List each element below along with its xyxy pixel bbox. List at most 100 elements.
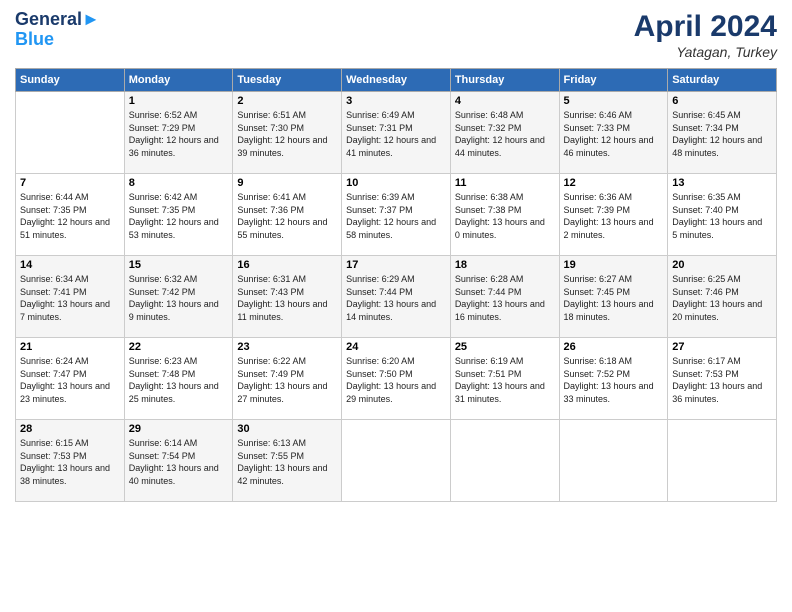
cell-details: Sunrise: 6:36 AMSunset: 7:39 PMDaylight:…: [564, 191, 664, 241]
day-number: 7: [20, 177, 120, 189]
cell-details: Sunrise: 6:24 AMSunset: 7:47 PMDaylight:…: [20, 355, 120, 405]
table-row: 4 Sunrise: 6:48 AMSunset: 7:32 PMDayligh…: [450, 92, 559, 174]
table-row: 12 Sunrise: 6:36 AMSunset: 7:39 PMDaylig…: [559, 174, 668, 256]
cell-details: Sunrise: 6:27 AMSunset: 7:45 PMDaylight:…: [564, 273, 664, 323]
day-number: 3: [346, 95, 446, 107]
table-row: [450, 420, 559, 502]
table-row: [342, 420, 451, 502]
table-row: 15 Sunrise: 6:32 AMSunset: 7:42 PMDaylig…: [124, 256, 233, 338]
day-number: 4: [455, 95, 555, 107]
table-row: 2 Sunrise: 6:51 AMSunset: 7:30 PMDayligh…: [233, 92, 342, 174]
day-number: 20: [672, 259, 772, 271]
day-number: 17: [346, 259, 446, 271]
table-row: 9 Sunrise: 6:41 AMSunset: 7:36 PMDayligh…: [233, 174, 342, 256]
calendar-row: 14 Sunrise: 6:34 AMSunset: 7:41 PMDaylig…: [16, 256, 777, 338]
cell-details: Sunrise: 6:35 AMSunset: 7:40 PMDaylight:…: [672, 191, 772, 241]
table-row: 18 Sunrise: 6:28 AMSunset: 7:44 PMDaylig…: [450, 256, 559, 338]
table-row: 26 Sunrise: 6:18 AMSunset: 7:52 PMDaylig…: [559, 338, 668, 420]
day-number: 27: [672, 341, 772, 353]
day-number: 30: [237, 423, 337, 435]
table-row: 16 Sunrise: 6:31 AMSunset: 7:43 PMDaylig…: [233, 256, 342, 338]
day-number: 28: [20, 423, 120, 435]
table-row: 10 Sunrise: 6:39 AMSunset: 7:37 PMDaylig…: [342, 174, 451, 256]
cell-details: Sunrise: 6:38 AMSunset: 7:38 PMDaylight:…: [455, 191, 555, 241]
day-number: 10: [346, 177, 446, 189]
calendar-row: 1 Sunrise: 6:52 AMSunset: 7:29 PMDayligh…: [16, 92, 777, 174]
table-row: 7 Sunrise: 6:44 AMSunset: 7:35 PMDayligh…: [16, 174, 125, 256]
cell-details: Sunrise: 6:44 AMSunset: 7:35 PMDaylight:…: [20, 191, 120, 241]
cell-details: Sunrise: 6:48 AMSunset: 7:32 PMDaylight:…: [455, 109, 555, 159]
header-saturday: Saturday: [668, 69, 777, 92]
table-row: 13 Sunrise: 6:35 AMSunset: 7:40 PMDaylig…: [668, 174, 777, 256]
table-row: [559, 420, 668, 502]
cell-details: Sunrise: 6:46 AMSunset: 7:33 PMDaylight:…: [564, 109, 664, 159]
cell-details: Sunrise: 6:23 AMSunset: 7:48 PMDaylight:…: [129, 355, 229, 405]
table-row: 30 Sunrise: 6:13 AMSunset: 7:55 PMDaylig…: [233, 420, 342, 502]
day-number: 24: [346, 341, 446, 353]
cell-details: Sunrise: 6:14 AMSunset: 7:54 PMDaylight:…: [129, 437, 229, 487]
day-number: 18: [455, 259, 555, 271]
day-number: 19: [564, 259, 664, 271]
header-monday: Monday: [124, 69, 233, 92]
day-number: 23: [237, 341, 337, 353]
cell-details: Sunrise: 6:49 AMSunset: 7:31 PMDaylight:…: [346, 109, 446, 159]
cell-details: Sunrise: 6:51 AMSunset: 7:30 PMDaylight:…: [237, 109, 337, 159]
weekday-header-row: Sunday Monday Tuesday Wednesday Thursday…: [16, 69, 777, 92]
day-number: 21: [20, 341, 120, 353]
day-number: 11: [455, 177, 555, 189]
table-row: 19 Sunrise: 6:27 AMSunset: 7:45 PMDaylig…: [559, 256, 668, 338]
cell-details: Sunrise: 6:20 AMSunset: 7:50 PMDaylight:…: [346, 355, 446, 405]
table-row: 29 Sunrise: 6:14 AMSunset: 7:54 PMDaylig…: [124, 420, 233, 502]
day-number: 1: [129, 95, 229, 107]
cell-details: Sunrise: 6:32 AMSunset: 7:42 PMDaylight:…: [129, 273, 229, 323]
cell-details: Sunrise: 6:34 AMSunset: 7:41 PMDaylight:…: [20, 273, 120, 323]
title-block: April 2024 Yatagan, Turkey: [634, 10, 777, 60]
table-row: 21 Sunrise: 6:24 AMSunset: 7:47 PMDaylig…: [16, 338, 125, 420]
day-number: 14: [20, 259, 120, 271]
calendar-table: Sunday Monday Tuesday Wednesday Thursday…: [15, 68, 777, 502]
cell-details: Sunrise: 6:25 AMSunset: 7:46 PMDaylight:…: [672, 273, 772, 323]
day-number: 15: [129, 259, 229, 271]
calendar-row: 7 Sunrise: 6:44 AMSunset: 7:35 PMDayligh…: [16, 174, 777, 256]
header-thursday: Thursday: [450, 69, 559, 92]
table-row: 22 Sunrise: 6:23 AMSunset: 7:48 PMDaylig…: [124, 338, 233, 420]
table-row: 28 Sunrise: 6:15 AMSunset: 7:53 PMDaylig…: [16, 420, 125, 502]
day-number: 29: [129, 423, 229, 435]
header-friday: Friday: [559, 69, 668, 92]
header-sunday: Sunday: [16, 69, 125, 92]
table-row: 14 Sunrise: 6:34 AMSunset: 7:41 PMDaylig…: [16, 256, 125, 338]
table-row: 6 Sunrise: 6:45 AMSunset: 7:34 PMDayligh…: [668, 92, 777, 174]
day-number: 5: [564, 95, 664, 107]
day-number: 26: [564, 341, 664, 353]
day-number: 16: [237, 259, 337, 271]
table-row: [668, 420, 777, 502]
day-number: 22: [129, 341, 229, 353]
day-number: 9: [237, 177, 337, 189]
cell-details: Sunrise: 6:41 AMSunset: 7:36 PMDaylight:…: [237, 191, 337, 241]
cell-details: Sunrise: 6:13 AMSunset: 7:55 PMDaylight:…: [237, 437, 337, 487]
cell-details: Sunrise: 6:15 AMSunset: 7:53 PMDaylight:…: [20, 437, 120, 487]
header: General► Blue April 2024 Yatagan, Turkey: [15, 10, 777, 60]
calendar-row: 28 Sunrise: 6:15 AMSunset: 7:53 PMDaylig…: [16, 420, 777, 502]
table-row: 23 Sunrise: 6:22 AMSunset: 7:49 PMDaylig…: [233, 338, 342, 420]
table-row: [16, 92, 125, 174]
cell-details: Sunrise: 6:22 AMSunset: 7:49 PMDaylight:…: [237, 355, 337, 405]
header-wednesday: Wednesday: [342, 69, 451, 92]
logo-text: General►: [15, 10, 100, 30]
table-row: 8 Sunrise: 6:42 AMSunset: 7:35 PMDayligh…: [124, 174, 233, 256]
cell-details: Sunrise: 6:28 AMSunset: 7:44 PMDaylight:…: [455, 273, 555, 323]
logo: General► Blue: [15, 10, 100, 50]
table-row: 25 Sunrise: 6:19 AMSunset: 7:51 PMDaylig…: [450, 338, 559, 420]
header-tuesday: Tuesday: [233, 69, 342, 92]
month-title: April 2024: [634, 10, 777, 44]
table-row: 27 Sunrise: 6:17 AMSunset: 7:53 PMDaylig…: [668, 338, 777, 420]
calendar-row: 21 Sunrise: 6:24 AMSunset: 7:47 PMDaylig…: [16, 338, 777, 420]
cell-details: Sunrise: 6:45 AMSunset: 7:34 PMDaylight:…: [672, 109, 772, 159]
cell-details: Sunrise: 6:29 AMSunset: 7:44 PMDaylight:…: [346, 273, 446, 323]
table-row: 20 Sunrise: 6:25 AMSunset: 7:46 PMDaylig…: [668, 256, 777, 338]
cell-details: Sunrise: 6:31 AMSunset: 7:43 PMDaylight:…: [237, 273, 337, 323]
cell-details: Sunrise: 6:39 AMSunset: 7:37 PMDaylight:…: [346, 191, 446, 241]
table-row: 1 Sunrise: 6:52 AMSunset: 7:29 PMDayligh…: [124, 92, 233, 174]
day-number: 2: [237, 95, 337, 107]
location-subtitle: Yatagan, Turkey: [634, 44, 777, 60]
